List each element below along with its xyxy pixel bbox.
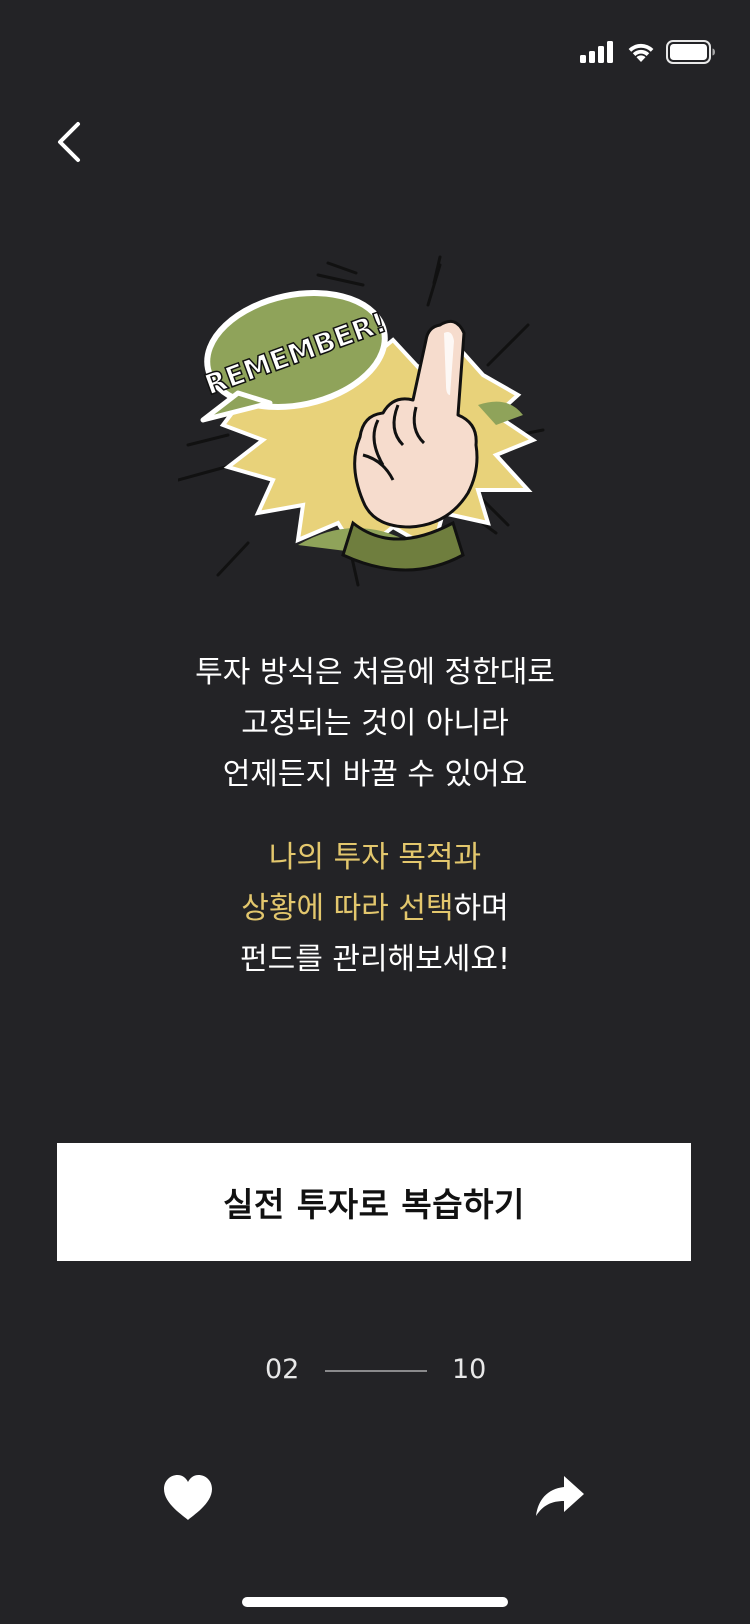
tip-highlight-text: 상황에 따라 선택 <box>241 891 454 926</box>
battery-icon <box>666 40 715 64</box>
info-message: 투자 방식은 처음에 정한대로 고정되는 것이 아니라 언제든지 바꿀 수 있어… <box>0 647 750 800</box>
heart-icon <box>164 1475 212 1520</box>
remember-illustration: REMEMBER! <box>176 255 574 615</box>
practice-invest-button[interactable]: 실전 투자로 복습하기 <box>57 1143 691 1261</box>
tip-rest-text: 하며 <box>453 891 509 926</box>
tip-message: 나의 투자 목적과 상황에 따라 선택하며 펀드를 관리해보세요! <box>0 832 750 985</box>
info-message-line-2: 고정되는 것이 아니라 <box>241 706 509 741</box>
total-pages: 10 <box>452 1354 487 1385</box>
wifi-icon <box>628 43 654 62</box>
pager-divider <box>325 1370 427 1372</box>
info-message-line-3: 언제든지 바꿀 수 있어요 <box>222 757 528 792</box>
home-indicator <box>242 1597 508 1607</box>
tip-message-line-1: 나의 투자 목적과 <box>268 840 482 875</box>
tip-message-line-2: 상황에 따라 선택하며 <box>0 883 750 934</box>
like-button[interactable] <box>162 1474 214 1522</box>
share-button[interactable] <box>534 1474 586 1518</box>
chevron-left-icon <box>58 122 80 162</box>
info-message-line-1: 투자 방식은 처음에 정한대로 <box>195 655 555 690</box>
status-icons <box>580 40 716 64</box>
share-arrow-icon <box>536 1476 584 1516</box>
pointing-finger-illustration: REMEMBER! <box>176 255 545 587</box>
tip-message-line-3: 펀드를 관리해보세요! <box>240 942 510 977</box>
signal-icon <box>580 41 613 63</box>
page-indicator: 02 10 <box>0 1350 750 1390</box>
back-button[interactable] <box>40 112 100 172</box>
current-page: 02 <box>265 1354 300 1385</box>
status-bar <box>0 0 750 90</box>
